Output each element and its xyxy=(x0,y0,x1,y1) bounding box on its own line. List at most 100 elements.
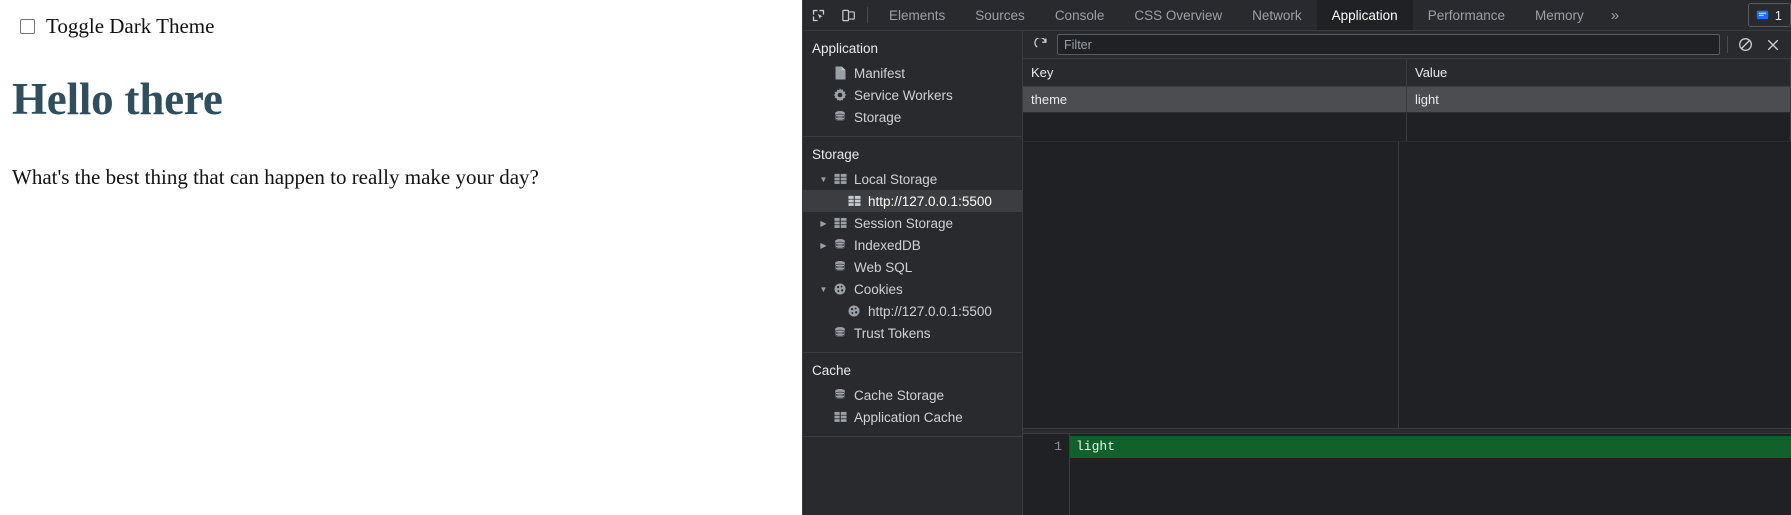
sidebar-item-application-cache[interactable]: Application Cache xyxy=(803,406,1022,428)
sidebar-group-title-storage: Storage xyxy=(812,147,860,162)
chevron-right-icon[interactable]: ▶ xyxy=(817,219,830,228)
sidebar-group-title-cache: Cache xyxy=(812,363,852,378)
theme-toggle-row[interactable]: Toggle Dark Theme xyxy=(0,0,802,37)
cell-value-empty[interactable] xyxy=(1406,112,1791,142)
datagrid-empty-key-column xyxy=(1023,142,1399,428)
preview-editor: 1 light xyxy=(1023,434,1791,515)
database-icon xyxy=(830,238,850,252)
sidebar-item-cookies[interactable]: ▼ Cookies xyxy=(803,278,1022,300)
sidebar-item-label: Cache Storage xyxy=(854,387,945,403)
sidebar-item-web-sql[interactable]: Web SQL xyxy=(803,256,1022,278)
delete-selected-icon[interactable] xyxy=(1759,31,1787,58)
sidebar-item-label: Cookies xyxy=(854,281,903,297)
page-paragraph: What's the best thing that can happen to… xyxy=(12,165,539,189)
devtools-tabstrip: Elements Sources Console CSS Overview Ne… xyxy=(803,0,1791,31)
table-icon xyxy=(830,217,850,229)
tab-sources[interactable]: Sources xyxy=(960,0,1040,30)
tab-performance[interactable]: Performance xyxy=(1413,0,1520,30)
sidebar-item-label: IndexedDB xyxy=(854,237,921,253)
datagrid-empty-area xyxy=(1023,142,1791,428)
toggle-dark-theme-checkbox[interactable] xyxy=(20,19,35,34)
chevron-down-icon[interactable]: ▼ xyxy=(817,175,830,184)
database-icon xyxy=(830,388,850,402)
database-icon xyxy=(830,326,850,340)
sidebar-item-session-storage[interactable]: ▶ Session Storage xyxy=(803,212,1022,234)
tabstrip-spacer xyxy=(1631,0,1748,30)
sidebar-item-label: Session Storage xyxy=(854,215,954,231)
table-icon xyxy=(844,195,864,207)
sidebar-group-cache: Cache Cache Storage Application Cache xyxy=(803,353,1022,437)
sidebar-item-trust-tokens[interactable]: Trust Tokens xyxy=(803,322,1022,344)
sidebar-item-local-storage[interactable]: ▼ Local Storage xyxy=(803,168,1022,190)
sidebar-item-cache-storage[interactable]: Cache Storage xyxy=(803,384,1022,406)
sidebar-item-cookies-origin[interactable]: http://127.0.0.1:5500 xyxy=(803,300,1022,322)
storage-content-panel: Key Value theme light xyxy=(1023,31,1791,515)
cell-key[interactable]: theme xyxy=(1023,86,1407,113)
table-icon xyxy=(830,173,850,185)
sidebar-item-label: Service Workers xyxy=(854,87,953,103)
page-heading: Hello there xyxy=(12,74,223,124)
devtools-panel: Elements Sources Console CSS Overview Ne… xyxy=(802,0,1791,515)
sidebar-item-storage[interactable]: Storage xyxy=(803,106,1022,128)
cell-value[interactable]: light xyxy=(1406,86,1791,113)
toolbar-divider xyxy=(867,7,868,23)
tab-network[interactable]: Network xyxy=(1237,0,1317,30)
sidebar-item-label: Trust Tokens xyxy=(854,325,931,341)
cell-key-empty[interactable] xyxy=(1023,112,1407,142)
storage-table: Key Value theme light xyxy=(1023,59,1791,142)
sidebar-item-label: Local Storage xyxy=(854,171,938,187)
cookie-icon xyxy=(830,282,850,296)
sidebar-item-indexeddb[interactable]: ▶ IndexedDB xyxy=(803,234,1022,256)
preview-value-line[interactable]: light xyxy=(1070,436,1791,458)
sidebar-item-label: http://127.0.0.1:5500 xyxy=(868,193,992,209)
database-icon xyxy=(830,110,850,124)
devtools-body: Application Manifest Service Workers Sto… xyxy=(803,31,1791,515)
chevron-right-icon[interactable]: ▶ xyxy=(817,241,830,250)
sidebar-item-service-workers[interactable]: Service Workers xyxy=(803,84,1022,106)
screen: Toggle Dark Theme Hello there What's the… xyxy=(0,0,1791,515)
database-icon xyxy=(830,260,850,274)
console-message-count: 1 xyxy=(1774,7,1782,23)
toggle-dark-theme-label: Toggle Dark Theme xyxy=(46,14,215,38)
table-empty-row[interactable] xyxy=(1023,112,1791,142)
document-icon xyxy=(830,66,850,80)
inspect-element-icon[interactable] xyxy=(803,0,833,30)
device-toolbar-icon[interactable] xyxy=(833,0,863,30)
clear-all-icon[interactable] xyxy=(1731,31,1759,58)
tab-elements[interactable]: Elements xyxy=(874,0,960,30)
sidebar-group-application: Application Manifest Service Workers Sto… xyxy=(803,31,1022,137)
application-sidebar: Application Manifest Service Workers Sto… xyxy=(803,31,1023,515)
console-message-badge[interactable]: 1 xyxy=(1747,3,1791,27)
column-header-key[interactable]: Key xyxy=(1023,59,1407,87)
tab-application[interactable]: Application xyxy=(1316,0,1413,30)
sidebar-item-label: Storage xyxy=(854,109,902,125)
sidebar-item-label: Application Cache xyxy=(854,409,963,425)
toolbar-divider xyxy=(1727,36,1728,53)
sidebar-item-local-storage-origin[interactable]: http://127.0.0.1:5500 xyxy=(803,190,1022,212)
storage-datagrid: Key Value theme light xyxy=(1023,59,1791,428)
preview-content-area: light xyxy=(1070,434,1791,515)
sidebar-item-manifest[interactable]: Manifest xyxy=(803,62,1022,84)
column-header-value[interactable]: Value xyxy=(1406,59,1791,87)
datagrid-empty-value-column xyxy=(1399,142,1791,428)
rendered-webpage: Toggle Dark Theme Hello there What's the… xyxy=(0,0,802,515)
refresh-icon[interactable] xyxy=(1027,31,1055,58)
preview-line-number: 1 xyxy=(1023,434,1070,515)
gear-icon xyxy=(830,88,850,102)
tab-css-overview[interactable]: CSS Overview xyxy=(1119,0,1237,30)
table-row[interactable]: theme light xyxy=(1023,86,1791,113)
filter-input[interactable] xyxy=(1057,34,1720,55)
tab-console[interactable]: Console xyxy=(1040,0,1120,30)
sidebar-item-label: Manifest xyxy=(854,65,906,81)
chevron-down-icon[interactable]: ▼ xyxy=(817,285,830,294)
console-message-icon xyxy=(1756,9,1769,22)
sidebar-item-label: http://127.0.0.1:5500 xyxy=(868,303,992,319)
cookie-icon xyxy=(844,304,864,318)
sidebar-group-title-application: Application xyxy=(812,41,879,56)
tab-memory[interactable]: Memory xyxy=(1520,0,1599,30)
storage-filter-toolbar xyxy=(1023,31,1791,59)
value-preview-pane: 1 light xyxy=(1023,428,1791,515)
table-header-row: Key Value xyxy=(1023,59,1791,87)
more-tabs-button[interactable]: » xyxy=(1599,0,1631,30)
table-icon xyxy=(830,411,850,423)
